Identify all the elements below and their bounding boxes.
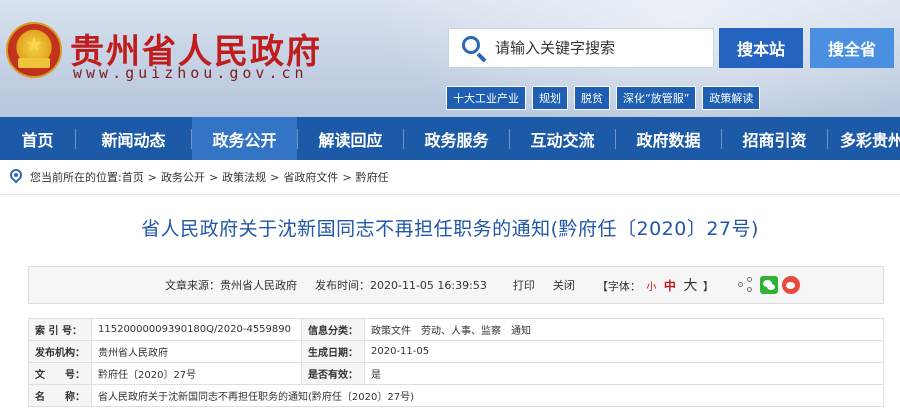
- font-size-label-close: 】: [702, 280, 714, 293]
- breadcrumb-prefix: 您当前所在的位置:: [30, 171, 122, 184]
- info-key: 索 引 号：: [28, 318, 92, 341]
- national-emblem-icon: ★: [6, 22, 62, 78]
- font-large-button[interactable]: 大: [683, 278, 697, 294]
- document-info-table: 索 引 号： 11520000009390180Q/2020-4559890 信…: [28, 318, 884, 407]
- info-value: 黔府任〔2020〕27号: [91, 362, 302, 385]
- article-date: 发布时间：2020-11-05 16:39:53: [315, 279, 487, 292]
- info-value: 11520000009390180Q/2020-4559890: [91, 318, 302, 341]
- hot-tag[interactable]: 脱贫: [574, 86, 610, 110]
- info-key: 是否有效：: [301, 362, 365, 385]
- font-medium-button[interactable]: 中: [664, 279, 676, 293]
- breadcrumb-item[interactable]: 首页: [122, 169, 144, 185]
- table-row: 发布机构： 贵州省人民政府 生成日期： 2020-11-05: [28, 340, 884, 363]
- info-value: 2020-11-05: [364, 340, 884, 363]
- hot-tag[interactable]: 十大工业产业: [446, 86, 526, 110]
- location-pin-icon: [7, 166, 25, 185]
- breadcrumb-item[interactable]: 黔府任: [356, 169, 389, 185]
- info-key: 信息分类：: [301, 318, 365, 341]
- info-value: 省人民政府关于沈新国同志不再担任职务的通知(黔府任〔2020〕27号): [91, 384, 884, 407]
- nav-item-gov-affairs[interactable]: 政务公开: [192, 117, 297, 160]
- breadcrumb-separator: >: [270, 170, 280, 184]
- weibo-share-icon[interactable]: [781, 276, 800, 294]
- nav-item-home[interactable]: 首页: [0, 117, 75, 160]
- search-box[interactable]: [448, 28, 714, 68]
- breadcrumb-item[interactable]: 政务公开: [161, 169, 205, 185]
- nav-item-investment[interactable]: 招商引资: [722, 117, 827, 160]
- nav-item-colorful-guizhou[interactable]: 多彩贵州: [828, 117, 900, 160]
- info-key: 文 号：: [28, 362, 92, 385]
- search-province-button[interactable]: 搜全省: [810, 28, 894, 68]
- article-meta-bar: 文章来源：贵州省人民政府 发布时间：2020-11-05 16:39:53 打印…: [28, 266, 884, 304]
- hot-tag[interactable]: 深化“放管服”: [616, 86, 697, 110]
- search-icon: [459, 33, 489, 63]
- nav-item-interpretation[interactable]: 解读回应: [298, 117, 403, 160]
- info-key: 生成日期：: [301, 340, 365, 363]
- hot-tag[interactable]: 政策解读: [702, 86, 761, 110]
- hot-tags: 十大工业产业 规划 脱贫 深化“放管服” 政策解读: [446, 86, 761, 110]
- article-title: 省人民政府关于沈新国同志不再担任职务的通知(黔府任〔2020〕27号): [141, 218, 759, 240]
- nav-item-services[interactable]: 政务服务: [404, 117, 509, 160]
- info-value: 政策文件 劳动、人事、监察 通知: [364, 318, 884, 341]
- share-icon[interactable]: [737, 277, 754, 293]
- info-value: 贵州省人民政府: [91, 340, 302, 363]
- info-key: 发布机构：: [28, 340, 92, 363]
- search-input[interactable]: [495, 39, 705, 57]
- main-nav: 首页 新闻动态 政务公开 解读回应 政务服务 互动交流 政府数据 招商引资 多彩…: [0, 117, 900, 160]
- close-button[interactable]: 关闭: [553, 277, 575, 293]
- breadcrumb-separator: >: [208, 170, 219, 184]
- breadcrumb-separator: >: [147, 170, 157, 184]
- print-button[interactable]: 打印: [513, 277, 535, 293]
- table-row: 文 号： 黔府任〔2020〕27号 是否有效： 是: [28, 362, 884, 385]
- nav-item-news[interactable]: 新闻动态: [76, 117, 191, 160]
- wechat-share-icon[interactable]: [759, 276, 778, 294]
- breadcrumb-item[interactable]: 省政府文件: [283, 169, 338, 185]
- table-row: 名 称： 省人民政府关于沈新国同志不再担任职务的通知(黔府任〔2020〕27号): [28, 384, 884, 407]
- nav-item-interaction[interactable]: 互动交流: [510, 117, 615, 160]
- breadcrumb-separator: >: [342, 170, 352, 184]
- header-banner: ★ 贵州省人民政府 www.guizhou.gov.cn 搜本站 搜全省 十大工…: [0, 0, 900, 117]
- font-size-control: 【字体： 小 中 大 】: [597, 275, 714, 295]
- font-size-label: 【字体：: [596, 280, 641, 293]
- search-site-button[interactable]: 搜本站: [719, 28, 803, 68]
- breadcrumb-item[interactable]: 政策法规: [222, 169, 266, 185]
- hot-tag[interactable]: 规划: [532, 86, 568, 110]
- article-source: 文章来源：贵州省人民政府: [165, 279, 297, 292]
- font-small-button[interactable]: 小: [646, 282, 656, 293]
- table-row: 索 引 号： 11520000009390180Q/2020-4559890 信…: [28, 318, 884, 341]
- info-key: 名 称：: [28, 384, 92, 407]
- site-url: www.guizhou.gov.cn: [73, 64, 308, 82]
- nav-item-data[interactable]: 政府数据: [616, 117, 721, 160]
- info-value: 是: [364, 362, 884, 385]
- breadcrumb: 您当前所在的位置: 首页 > 政务公开 > 政策法规 > 省政府文件 > 黔府任: [0, 160, 900, 195]
